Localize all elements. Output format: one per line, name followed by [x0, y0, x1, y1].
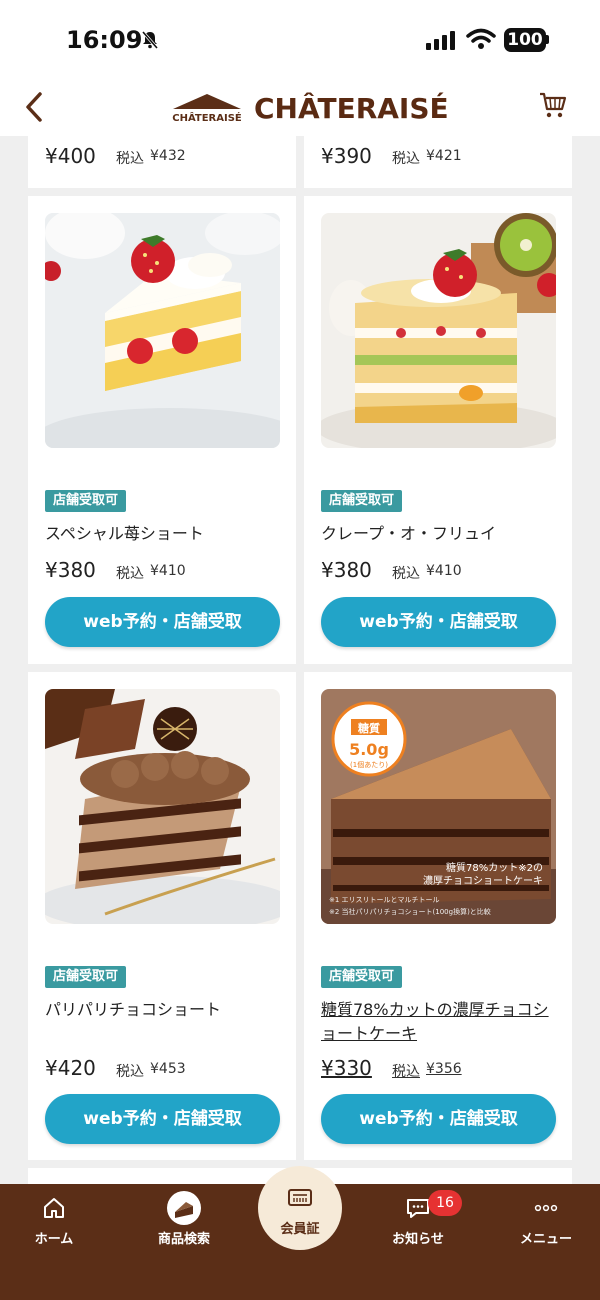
product-image[interactable]: [45, 689, 280, 924]
product-price: ¥390: [321, 144, 372, 168]
svg-text:糖質78%カット※2の: 糖質78%カット※2の: [446, 861, 543, 874]
tax-price: ¥421: [426, 148, 462, 164]
battery-indicator: 100: [504, 28, 546, 52]
svg-text:糖質: 糖質: [358, 721, 380, 735]
notification-count-badge: 16: [428, 1190, 462, 1216]
tax-label: 税込: [392, 1064, 420, 1080]
product-card[interactable]: 店舗受取可 クレープ・オ・フリュイ ¥380 税込 ¥410 web予約・店舗受…: [304, 196, 572, 664]
product-image[interactable]: [45, 213, 280, 448]
product-name[interactable]: パリパリチョコショート: [45, 998, 285, 1022]
svg-text:※1 エリスリトールとマルチトール: ※1 エリスリトールとマルチトール: [329, 896, 440, 904]
product-price: ¥400: [45, 144, 96, 168]
tax-price: ¥432: [150, 148, 186, 164]
tax-price: ¥453: [150, 1061, 186, 1077]
app-header: CHÂTERAISÉ CHÂTERAISÉ: [0, 80, 600, 136]
product-card[interactable]: ¥400 税込 ¥432: [28, 136, 296, 188]
tab-product-search[interactable]: 商品検索: [134, 1184, 234, 1300]
bell-muted-icon: [141, 31, 159, 49]
product-price: ¥420: [45, 1056, 96, 1080]
tab-menu[interactable]: メニュー: [496, 1184, 596, 1300]
status-time: 16:09: [66, 26, 143, 54]
product-card[interactable]: 店舗受取可 スペシャル苺ショート ¥380 税込 ¥410 web予約・店舗受取: [28, 196, 296, 664]
wifi-icon: [466, 28, 496, 49]
cake-search-icon: [167, 1191, 201, 1225]
tax-price: ¥356: [426, 1061, 462, 1077]
battery-tip: [546, 35, 549, 44]
product-name[interactable]: クレープ・オ・フリュイ: [321, 522, 561, 546]
svg-text:CHÂTERAISÉ: CHÂTERAISÉ: [172, 111, 242, 123]
product-name[interactable]: 糖質78%カットの濃厚チョコショートケーキ: [321, 998, 561, 1046]
member-card-icon: [288, 1189, 312, 1206]
product-card[interactable]: 店舗受取可 パリパリチョコショート ¥420 税込 ¥453 web予約・店舗受…: [28, 672, 296, 1160]
status-bar: 16:09 100: [0, 0, 600, 80]
product-price: ¥380: [45, 558, 96, 582]
tax-price: ¥410: [426, 563, 462, 579]
tax-label: 税込: [392, 566, 420, 582]
product-price: ¥380: [321, 558, 372, 582]
web-reserve-button[interactable]: web予約・店舗受取: [45, 597, 280, 647]
cart-icon[interactable]: [538, 90, 568, 120]
product-card[interactable]: 糖質 5.0g (1個あたり) 糖質78%カット※2の 濃厚チョコショートケーキ…: [304, 672, 572, 1160]
product-price: ¥330: [321, 1056, 372, 1080]
cellular-signal-icon: [426, 31, 455, 50]
web-reserve-button[interactable]: web予約・店舗受取: [321, 1094, 556, 1144]
tax-label: 税込: [116, 151, 144, 167]
brand-logo-text: CHÂTERAISÉ: [254, 91, 449, 125]
store-pickup-badge: 店舗受取可: [45, 966, 127, 988]
product-card[interactable]: [28, 1168, 296, 1184]
store-pickup-badge: 店舗受取可: [321, 490, 403, 512]
web-reserve-button[interactable]: web予約・店舗受取: [45, 1094, 280, 1144]
tax-label: 税込: [392, 151, 420, 167]
svg-text:濃厚チョコショートケーキ: 濃厚チョコショートケーキ: [423, 874, 543, 887]
tax-price: ¥410: [150, 563, 186, 579]
product-name[interactable]: スペシャル苺ショート: [45, 522, 285, 546]
more-dots-icon: [534, 1204, 558, 1212]
svg-text:(1個あたり): (1個あたり): [350, 760, 388, 769]
svg-text:5.0g: 5.0g: [349, 740, 389, 759]
tab-menu-label: メニュー: [519, 1232, 572, 1247]
tab-home-label: ホーム: [34, 1232, 74, 1247]
store-pickup-badge: 店舗受取可: [45, 490, 127, 512]
product-grid[interactable]: ¥400 税込 ¥432 ¥390 税込 ¥421 店舗受取可 スペシャル苺ショ…: [0, 136, 600, 1184]
product-card[interactable]: ¥390 税込 ¥421: [304, 136, 572, 188]
tax-label: 税込: [116, 566, 144, 582]
tab-home[interactable]: ホーム: [4, 1184, 104, 1300]
message-icon: [407, 1199, 429, 1218]
web-reserve-button[interactable]: web予約・店舗受取: [321, 597, 556, 647]
tax-label: 税込: [116, 1064, 144, 1080]
back-arrow-icon[interactable]: [20, 90, 50, 124]
brand-logo[interactable]: CHÂTERAISÉ CHÂTERAISÉ: [170, 88, 449, 128]
member-card-button[interactable]: 会員証: [258, 1166, 342, 1250]
product-image[interactable]: 糖質 5.0g (1個あたり) 糖質78%カット※2の 濃厚チョコショートケーキ…: [321, 689, 556, 924]
tab-news-label: お知らせ: [392, 1232, 444, 1247]
tab-search-label: 商品検索: [157, 1232, 210, 1247]
member-card-label: 会員証: [280, 1222, 320, 1237]
store-pickup-badge: 店舗受取可: [321, 966, 403, 988]
home-icon: [44, 1198, 64, 1218]
logo-roof-icon: CHÂTERAISÉ: [172, 94, 242, 123]
svg-text:※2 当社パリパリチョコショート(100g換算)と比較: ※2 当社パリパリチョコショート(100g換算)と比較: [329, 907, 491, 916]
product-card[interactable]: [304, 1168, 572, 1184]
product-image[interactable]: [321, 213, 556, 448]
